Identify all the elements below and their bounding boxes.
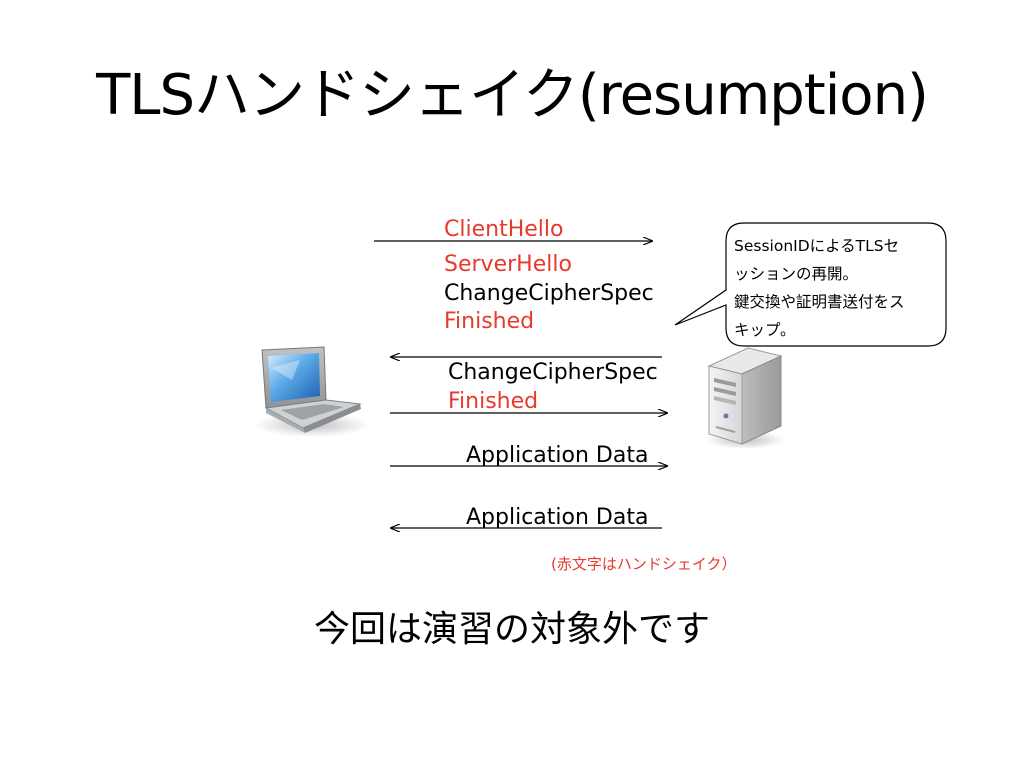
callout-line-4: キップ。 bbox=[734, 321, 796, 339]
callout-text: SessionIDによるTLSセ ッションの再開。 鍵交換や証明書送付をス キッ… bbox=[734, 232, 939, 344]
finished-server-label: Finished bbox=[444, 309, 535, 334]
legend-note: (赤文字はハンドシェイク） bbox=[551, 555, 737, 573]
server-hello-label: ServerHello bbox=[444, 252, 572, 277]
change-cipher-spec-server-label: ChangeCipherSpec bbox=[444, 281, 654, 306]
slide: TLSハンドシェイク(resumption) ClientHello Serve… bbox=[0, 0, 1024, 768]
change-cipher-spec-client-label: ChangeCipherSpec bbox=[448, 360, 658, 385]
server-icon bbox=[705, 347, 785, 449]
app-data-1-label: Application Data bbox=[466, 443, 649, 468]
client-hello-label: ClientHello bbox=[444, 217, 564, 242]
callout-line-2: ッションの再開。 bbox=[734, 265, 859, 283]
laptop-icon bbox=[254, 346, 370, 437]
callout-line-3: 鍵交換や証明書送付をス bbox=[734, 293, 905, 311]
slide-footer: 今回は演習の対象外です bbox=[313, 609, 710, 650]
callout-line-1: SessionIDによるTLSセ bbox=[734, 237, 900, 255]
app-data-2-label: Application Data bbox=[466, 505, 649, 530]
finished-client-label: Finished bbox=[448, 389, 539, 414]
